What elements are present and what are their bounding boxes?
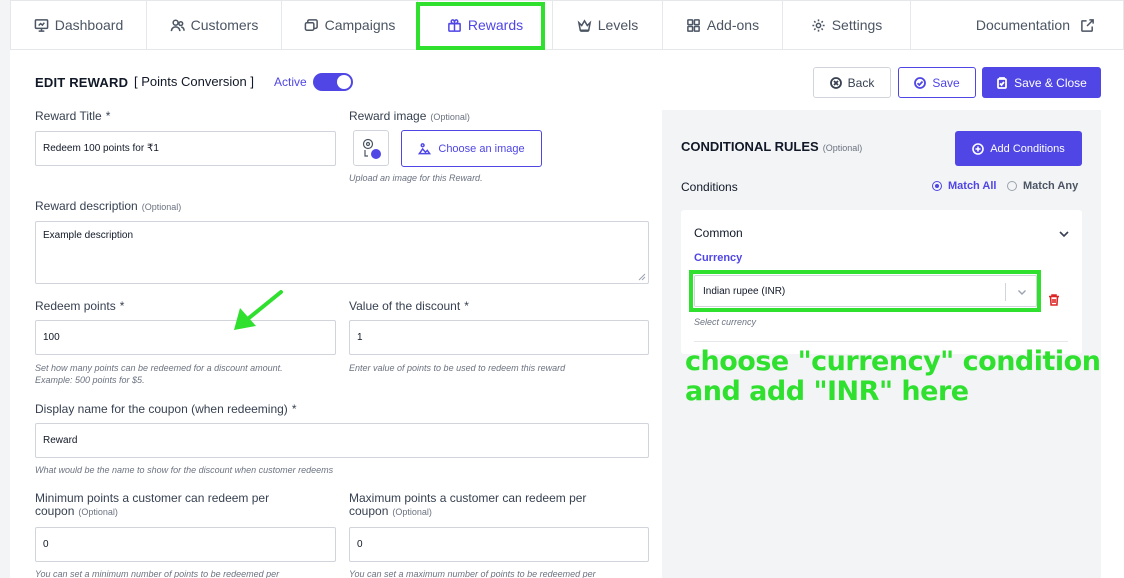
campaign-icon <box>304 18 318 31</box>
image-icon <box>418 143 432 155</box>
annotation-line-1: choose "currency" condition <box>685 346 1101 377</box>
clipboard-icon <box>997 76 1008 89</box>
tab-rewards[interactable]: Rewards <box>418 1 553 49</box>
reward-name-text: Points Conversion <box>141 74 247 89</box>
arrow-annotation-icon <box>234 290 283 330</box>
max-points-hint: You can set a maximum number of points t… <box>349 569 596 578</box>
discount-value-label: Value of the discount * <box>349 299 469 313</box>
status-label: Active <box>274 75 307 89</box>
gift-icon <box>448 18 461 32</box>
tab-customers[interactable]: Customers <box>147 1 282 49</box>
divider <box>694 341 1068 342</box>
tab-label: Settings <box>831 17 883 33</box>
coupon-name-label: Display name for the coupon (when redeem… <box>35 402 297 416</box>
tab-addons[interactable]: Add-ons <box>663 1 783 49</box>
tab-label: Add-ons <box>706 17 760 33</box>
image-placeholder <box>353 130 389 166</box>
max-points-label: Maximum points a customer can redeem per… <box>349 491 587 518</box>
min-points-input[interactable]: 0 <box>35 527 336 562</box>
back-button[interactable]: Back <box>813 67 891 98</box>
instruction-annotation: choose "currency" condition and add "INR… <box>685 347 1115 407</box>
reward-title-input[interactable]: Redeem 100 points for ₹1 <box>35 131 336 166</box>
min-points-hint: You can set a minimum number of points t… <box>35 569 280 578</box>
tab-label: Levels <box>597 17 639 33</box>
discount-value-hint: Enter value of points to be used to rede… <box>349 363 566 373</box>
coupon-name-hint: What would be the name to show for the d… <box>35 465 334 475</box>
save-close-button[interactable]: Save & Close <box>982 67 1101 98</box>
top-navigation: Dashboard Customers Campaigns Rewards Le… <box>10 0 1124 50</box>
annotation-line-2: and add "INR" here <box>685 376 969 407</box>
choose-image-button[interactable]: Choose an image <box>401 130 542 167</box>
choose-image-label: Choose an image <box>438 142 525 155</box>
tab-campaigns[interactable]: Campaigns <box>282 1 418 49</box>
reward-title-label: Reward Title * <box>35 109 111 123</box>
max-points-input[interactable]: 0 <box>349 527 649 562</box>
coupon-name-input[interactable]: Reward <box>35 423 649 458</box>
description-textarea[interactable]: Example description <box>35 221 649 284</box>
tab-label: Dashboard <box>54 17 124 33</box>
tab-label: Customers <box>190 17 259 33</box>
grid-icon <box>687 18 700 32</box>
description-label: Reward description (Optional) <box>35 199 182 213</box>
external-link-icon <box>1081 18 1094 32</box>
image-placeholder-icon <box>362 138 381 159</box>
conditional-rules-title: CONDITIONAL RULES (Optional) <box>681 139 863 154</box>
conditions-label: Conditions <box>681 180 738 194</box>
resize-handle-icon[interactable] <box>638 273 646 281</box>
redeem-points-label: Redeem points * <box>35 299 125 313</box>
currency-select[interactable]: Indian rupee (INR) <box>694 275 1037 307</box>
gear-icon <box>812 18 825 32</box>
match-any-radio[interactable]: Match Any <box>1007 180 1078 192</box>
trash-icon[interactable] <box>1047 293 1061 307</box>
documentation-link[interactable]: Documentation <box>976 1 1123 49</box>
plus-circle-icon <box>972 142 984 155</box>
chevron-down-icon[interactable] <box>1058 228 1070 240</box>
condition-group-title: Common <box>694 226 743 240</box>
tab-levels[interactable]: Levels <box>553 1 663 49</box>
save-label: Save <box>932 75 960 90</box>
match-all-radio[interactable]: Match All <box>932 180 997 192</box>
crown-icon <box>577 18 592 32</box>
active-toggle[interactable] <box>313 73 353 91</box>
conditional-rules-panel: CONDITIONAL RULES (Optional) Add Conditio… <box>662 110 1101 578</box>
currency-value: Indian rupee (INR) <box>703 285 786 297</box>
reward-image-hint: Upload an image for this Reward. <box>349 173 483 183</box>
back-label: Back <box>847 75 875 90</box>
reward-image-label: Reward image (Optional) <box>349 109 470 123</box>
check-circle-icon <box>914 76 927 89</box>
redeem-points-hint: Set how many points can be redeemed for … <box>35 363 283 385</box>
tab-settings[interactable]: Settings <box>783 1 911 49</box>
discount-value-input[interactable]: 1 <box>349 320 649 355</box>
users-icon <box>170 19 185 31</box>
currency-hint: Select currency <box>694 317 757 327</box>
main-panel: EDIT REWARD [ Points Conversion ] Active… <box>10 50 1124 578</box>
close-circle-icon <box>829 76 842 89</box>
tab-dashboard[interactable]: Dashboard <box>11 1 147 49</box>
description-text: Example description <box>43 230 134 241</box>
documentation-label: Documentation <box>975 17 1070 33</box>
page-title: EDIT REWARD <box>35 75 129 90</box>
save-close-label: Save & Close <box>1014 75 1087 90</box>
min-points-label: Minimum points a customer can redeem per… <box>35 491 270 518</box>
chevron-down-icon <box>1018 290 1026 295</box>
reward-name: [ Points Conversion ] <box>134 74 254 89</box>
add-conditions-button[interactable]: Add Conditions <box>955 131 1082 166</box>
tab-label: Rewards <box>467 17 524 33</box>
save-button[interactable]: Save <box>898 67 976 98</box>
condition-group-card: Common Currency Indian rupee (INR) Selec… <box>681 210 1082 354</box>
tab-label: Campaigns <box>324 17 396 33</box>
redeem-points-input[interactable]: 100 <box>35 320 336 355</box>
monitor-icon <box>34 18 49 32</box>
currency-label: Currency <box>694 252 743 264</box>
add-conditions-label: Add Conditions <box>990 142 1065 155</box>
